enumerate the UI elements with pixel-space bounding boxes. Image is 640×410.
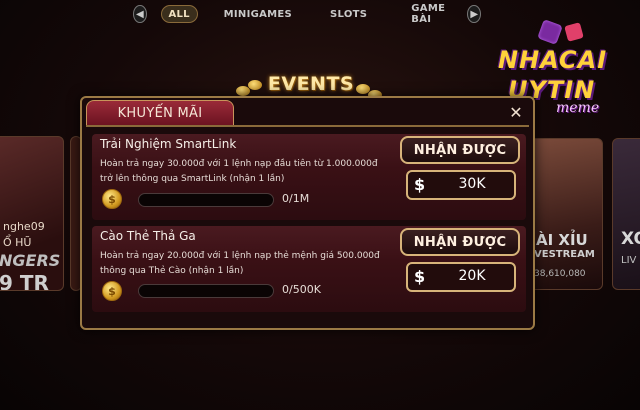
card-game-title: XO — [621, 229, 640, 249]
game-card-right-edge[interactable]: XO LIV — [612, 138, 640, 290]
reward-box: $ 30K — [406, 170, 516, 200]
reward-amount: 20K — [458, 268, 486, 284]
promotion-description: Hoàn trả ngay 30.000đ với 1 lệnh nạp đầu… — [100, 159, 378, 184]
promotions-dialog: KHUYẾN MÃI ✕ Trải Nghiệm SmartLink Hoàn … — [80, 96, 535, 330]
coin-decoration — [248, 80, 262, 90]
close-icon[interactable]: ✕ — [505, 102, 527, 122]
promotion-title: Cào Thẻ Thả Ga — [100, 229, 196, 243]
gold-coin-icon: $ — [102, 281, 122, 301]
tab-all[interactable]: ALL — [160, 5, 198, 23]
card-game-title: NGERS — [0, 251, 61, 270]
tab-game-bai[interactable]: GAME BÀI — [411, 3, 453, 25]
coin-decoration — [236, 86, 250, 96]
reward-amount: 30K — [458, 176, 486, 192]
dice-icon — [564, 22, 584, 42]
claim-button[interactable]: NHẬN ĐƯỢC — [400, 136, 520, 164]
logo-line-1: NHACAI — [498, 46, 608, 74]
promotion-description: Hoàn trả ngay 20.000đ với 1 lệnh nạp thẻ… — [100, 251, 380, 276]
card-player-name: nghe09 — [3, 220, 45, 233]
reward-box: $ 20K — [406, 262, 516, 292]
card-game-title: ÀI XỈU — [536, 231, 588, 249]
promotion-title: Trải Nghiệm SmartLink — [100, 137, 237, 151]
claim-panel: NHẬN ĐƯỢC $ 20K — [400, 228, 520, 302]
tab-khuyen-mai[interactable]: KHUYẾN MÃI — [86, 100, 234, 126]
progress-bar — [138, 284, 274, 298]
tab-minigames[interactable]: MINIGAMES — [224, 5, 292, 23]
card-jackpot: 9 TR — [0, 271, 49, 291]
card-jackpot: 38,610,080 — [534, 269, 586, 279]
dollar-icon: $ — [414, 267, 426, 286]
card-subtitle: LIV — [621, 255, 637, 266]
progress-label: 0/500K — [282, 283, 321, 296]
dollar-icon: $ — [414, 175, 426, 194]
chevron-left-icon[interactable]: ◀ — [133, 5, 147, 23]
claim-panel: NHẬN ĐƯỢC $ 30K — [400, 136, 520, 210]
top-category-nav: ◀ ALL MINIGAMES SLOTS GAME BÀI ▶ — [133, 3, 481, 25]
game-card-left[interactable]: nghe09 Ổ HŨ NGERS 9 TR — [0, 136, 64, 291]
tab-slots[interactable]: SLOTS — [330, 5, 367, 23]
chevron-right-icon[interactable]: ▶ — [467, 5, 481, 23]
logo-line-3: meme — [556, 100, 600, 116]
promotion-row: Trải Nghiệm SmartLink Hoàn trả ngay 30.0… — [92, 134, 526, 220]
game-card-tai-xiu[interactable]: ÀI XỈU VESTREAM 38,610,080 — [527, 138, 603, 290]
events-banner: EVENTS — [267, 73, 355, 95]
dice-icon — [537, 19, 563, 45]
progress-bar — [138, 193, 274, 207]
gold-coin-icon: $ — [102, 189, 122, 209]
claim-button[interactable]: NHẬN ĐƯỢC — [400, 228, 520, 256]
tab-divider — [86, 125, 529, 127]
progress-label: 0/1M — [282, 192, 310, 205]
promotion-row: Cào Thẻ Thả Ga Hoàn trả ngay 20.000đ với… — [92, 226, 526, 312]
card-subtitle: Ổ HŨ — [3, 236, 32, 249]
card-subtitle: VESTREAM — [534, 249, 595, 260]
